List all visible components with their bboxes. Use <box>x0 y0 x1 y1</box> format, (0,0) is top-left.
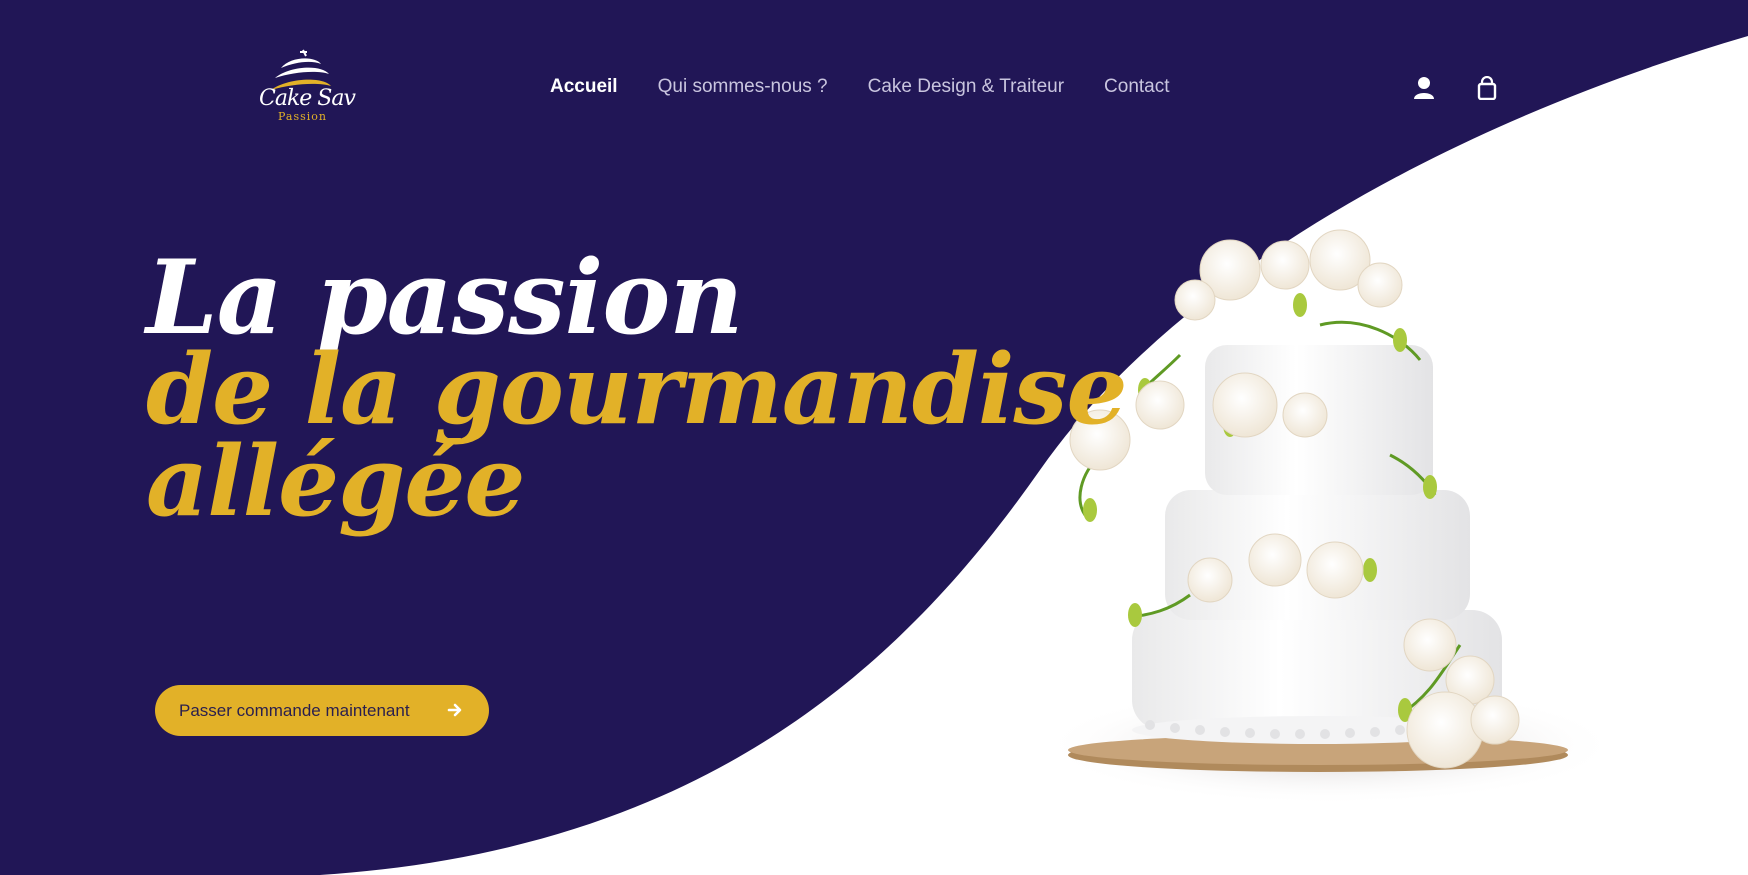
logo-script-text: Cake Sav <box>259 86 356 111</box>
order-now-label: Passer commande maintenant <box>179 700 410 720</box>
hero-title-line-1: La passion <box>146 238 744 358</box>
hero-title: La passion de la gourmandise allégée <box>146 238 1128 538</box>
user-icon[interactable] <box>1413 76 1435 100</box>
shopping-bag-icon[interactable] <box>1476 76 1498 100</box>
nav-item-qui-sommes-nous[interactable]: Qui sommes-nous ? <box>658 76 828 98</box>
order-now-button[interactable]: Passer commande maintenant <box>155 685 489 736</box>
hero-title-line-3: allégée <box>146 425 525 538</box>
site-header: Cake Sav Passion Accueil Qui sommes-nous… <box>0 0 1748 180</box>
hero-title-line-2: de la gourmandise <box>146 333 1128 446</box>
nav-item-contact[interactable]: Contact <box>1104 76 1169 98</box>
main-nav: Accueil Qui sommes-nous ? Cake Design & … <box>550 76 1170 98</box>
brand-logo[interactable]: Cake Sav Passion <box>255 48 356 126</box>
nav-item-cake-design-traiteur[interactable]: Cake Design & Traiteur <box>868 76 1064 98</box>
arrow-right-icon <box>447 703 462 717</box>
logo-subtitle: Passion <box>278 110 327 123</box>
nav-item-accueil[interactable]: Accueil <box>550 76 618 98</box>
